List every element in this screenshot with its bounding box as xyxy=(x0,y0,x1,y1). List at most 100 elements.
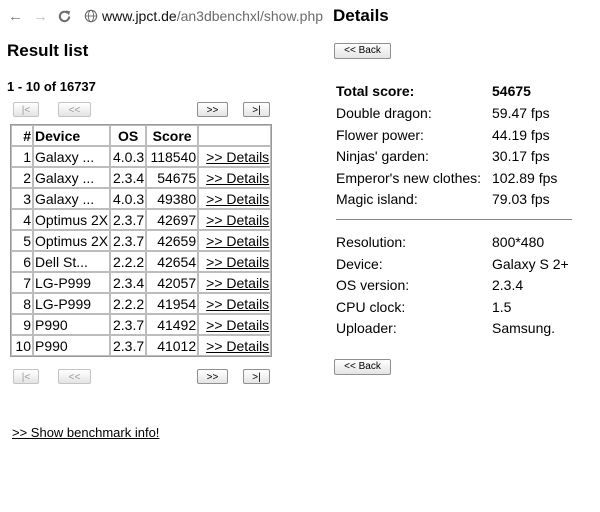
benchmark-score-label: Emperor's new clothes: xyxy=(336,169,482,186)
details-link[interactable]: >> Details xyxy=(200,317,269,333)
details-link[interactable]: >> Details xyxy=(200,149,269,165)
row-num: 6 xyxy=(11,251,33,272)
last-page-button-bottom[interactable]: >| xyxy=(243,369,270,384)
details-divider xyxy=(336,219,572,220)
row-score: 41012 xyxy=(146,335,199,356)
row-device: P990 xyxy=(33,314,111,335)
details-link[interactable]: >> Details xyxy=(200,254,269,270)
next-page-button-top[interactable]: >> xyxy=(197,102,228,117)
row-details-cell: >> Details xyxy=(198,251,272,272)
row-num: 3 xyxy=(11,188,33,209)
row-device: LG-P999 xyxy=(33,293,111,314)
benchmark-score-value: 79.03 fps xyxy=(492,191,550,207)
device-info-label: OS version: xyxy=(336,277,410,293)
row-details-cell: >> Details xyxy=(198,167,272,188)
row-details-cell: >> Details xyxy=(198,230,272,251)
row-details-cell: >> Details xyxy=(198,335,272,356)
benchmark-score-value: 59.47 fps xyxy=(492,105,550,121)
row-os: 4.0.3 xyxy=(110,146,147,167)
device-info-value: Galaxy S 2+ xyxy=(492,255,569,272)
row-score: 118540 xyxy=(146,146,199,167)
row-score: 42659 xyxy=(146,230,199,251)
table-row: 1 Galaxy ... 4.0.3 118540 >> Details xyxy=(11,146,272,167)
show-benchmark-info-link[interactable]: >> Show benchmark info! xyxy=(12,425,159,440)
row-os: 2.3.7 xyxy=(110,230,147,251)
details-title: Details xyxy=(333,6,389,25)
col-header-score: Score xyxy=(146,125,199,146)
row-num: 7 xyxy=(11,272,33,293)
result-count: 1 - 10 of 16737 xyxy=(7,79,96,94)
table-row: 2 Galaxy ... 2.3.4 54675 >> Details xyxy=(11,167,272,188)
row-score: 49380 xyxy=(146,188,199,209)
row-score: 42697 xyxy=(146,209,199,230)
globe-icon xyxy=(84,9,98,23)
details-link[interactable]: >> Details xyxy=(200,212,269,228)
result-list-title: Result list xyxy=(7,41,89,60)
row-device: LG-P999 xyxy=(33,272,111,293)
row-os: 2.2.2 xyxy=(110,251,147,272)
device-info-value: 2.3.4 xyxy=(492,277,524,293)
device-info-label: Resolution: xyxy=(336,234,407,250)
total-score-value: 54675 xyxy=(492,83,531,99)
device-info-label: Uploader: xyxy=(336,320,397,336)
details-link[interactable]: >> Details xyxy=(200,191,269,207)
row-num: 4 xyxy=(11,209,33,230)
prev-page-button-bottom[interactable]: << xyxy=(58,369,91,384)
row-score: 41954 xyxy=(146,293,199,314)
row-os: 2.3.4 xyxy=(110,167,147,188)
url-host: www.jpct.de xyxy=(102,8,177,24)
row-details-cell: >> Details xyxy=(198,272,272,293)
details-link[interactable]: >> Details xyxy=(200,170,269,186)
row-num: 5 xyxy=(11,230,33,251)
last-page-button-top[interactable]: >| xyxy=(243,102,270,117)
device-info-value: 1.5 xyxy=(492,298,512,315)
table-row: 5 Optimus 2X 2.3.7 42659 >> Details xyxy=(11,230,272,251)
row-score: 42654 xyxy=(146,251,199,272)
table-row: 9 P990 2.3.7 41492 >> Details xyxy=(11,314,272,335)
details-link[interactable]: >> Details xyxy=(200,233,269,249)
browser-toolbar: ← → www.jpct.de/an3dbenchxl/show.php xyxy=(0,0,330,34)
reload-icon[interactable] xyxy=(57,9,72,24)
row-device: Galaxy ... xyxy=(33,146,111,167)
row-score: 41492 xyxy=(146,314,199,335)
table-row: 7 LG-P999 2.3.4 42057 >> Details xyxy=(11,272,272,293)
row-details-cell: >> Details xyxy=(198,146,272,167)
device-info-label: Device: xyxy=(336,255,383,272)
table-row: 8 LG-P999 2.2.2 41954 >> Details xyxy=(11,293,272,314)
details-link[interactable]: >> Details xyxy=(200,275,269,291)
url-text: www.jpct.de/an3dbenchxl/show.php xyxy=(102,8,323,24)
back-button-bottom[interactable]: << Back xyxy=(334,359,391,375)
prev-page-button-top[interactable]: << xyxy=(58,102,91,117)
next-page-button-bottom[interactable]: >> xyxy=(197,369,228,384)
table-row: 10 P990 2.3.7 41012 >> Details xyxy=(11,335,272,356)
row-score: 42057 xyxy=(146,272,199,293)
details-link[interactable]: >> Details xyxy=(200,296,269,312)
row-os: 2.3.7 xyxy=(110,335,147,356)
row-device: Dell St... xyxy=(33,251,111,272)
row-details-cell: >> Details xyxy=(198,188,272,209)
back-button-top[interactable]: << Back xyxy=(334,43,391,59)
results-table: # Device OS Score 1 Galaxy ... 4.0.3 118540… xyxy=(10,124,273,357)
col-header-num: # xyxy=(11,125,33,146)
first-page-button-top[interactable]: |< xyxy=(13,102,39,117)
row-num: 10 xyxy=(11,335,33,356)
col-header-os: OS xyxy=(110,125,147,146)
first-page-button-bottom[interactable]: |< xyxy=(13,369,39,384)
row-num: 9 xyxy=(11,314,33,335)
forward-arrow-icon[interactable]: → xyxy=(33,9,48,25)
details-link[interactable]: >> Details xyxy=(200,338,269,354)
row-num: 1 xyxy=(11,146,33,167)
row-num: 2 xyxy=(11,167,33,188)
device-info-value: Samsung. xyxy=(492,320,556,336)
device-info-label: CPU clock: xyxy=(336,298,406,315)
row-device: Galaxy ... xyxy=(33,167,111,188)
row-os: 2.3.4 xyxy=(110,272,147,293)
col-header-device: Device xyxy=(33,125,111,146)
col-header-details xyxy=(198,125,272,146)
row-details-cell: >> Details xyxy=(198,293,272,314)
row-os: 4.0.3 xyxy=(110,188,147,209)
back-arrow-icon[interactable]: ← xyxy=(8,9,23,25)
address-bar[interactable]: www.jpct.de/an3dbenchxl/show.php xyxy=(80,5,330,29)
row-details-cell: >> Details xyxy=(198,209,272,230)
url-path: /an3dbenchxl/show.php xyxy=(176,8,324,24)
